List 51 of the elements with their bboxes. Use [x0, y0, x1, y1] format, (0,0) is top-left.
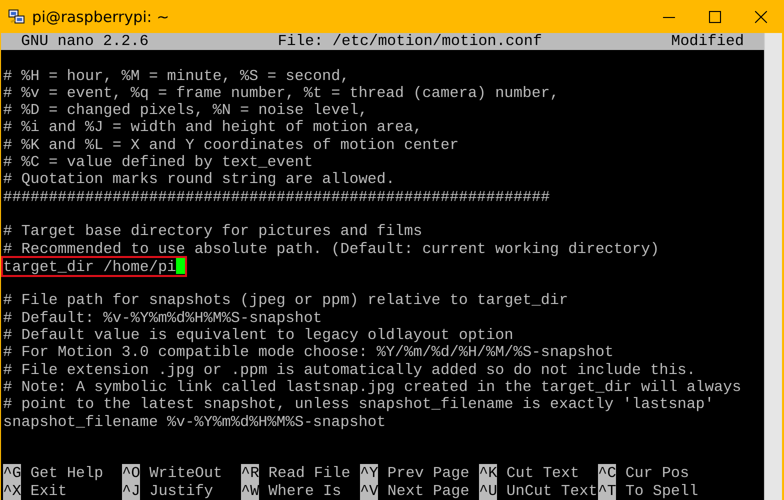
shortcut-key: ^U [479, 482, 498, 500]
shortcut-key: ^C [598, 464, 616, 482]
shortcut-label: Prev Page [387, 464, 470, 482]
code-line: # point to the latest snapshot, unless snapshot_filename is exactly 'lastsnap' [3, 395, 714, 414]
shortcut-label: Next Page [387, 482, 470, 500]
code-line: # File path for snapshots (jpeg or ppm) relative to target_dir [3, 291, 568, 310]
shortcut-label: Get Help [30, 464, 104, 482]
shortcut-label: UnCut Text [506, 482, 598, 500]
code-line: ############################################################ [3, 188, 550, 206]
shortcut-key: ^X [3, 482, 22, 500]
shortcut-key: ^V [360, 482, 378, 500]
code-line: # For Motion 3.0 compatible mode choose: %Y/%m/%d/%H/%M/%S-snapshot [3, 343, 614, 362]
code-line: # %D = changed pixels, %N = noise level, [3, 101, 368, 120]
code-line: # Recommended to use absolute path. (Default: current working directory) [3, 240, 660, 258]
code-line: # Default: %v-%Y%m%d%H%M%S-snapshot [3, 308, 322, 327]
shortcut-key: ^K [479, 464, 498, 482]
code-line: # File extension .jpg or .ppm is automatically added so do not include this. [3, 360, 696, 379]
shortcut-label: To Spell [625, 482, 698, 500]
code-line: target_dir /home/pi [3, 258, 186, 276]
shortcut-label: WriteOut [149, 464, 222, 482]
window-title: pi@raspberrypi: ~ [32, 8, 170, 26]
code-line: # %v = event, %q = frame number, %t = thread (camera) number, [3, 84, 559, 102]
shortcut-key: ^O [122, 464, 140, 482]
shortcut-label: Read File [268, 464, 350, 482]
code-line: # %C = value defined by text_event [3, 153, 313, 172]
code-line: # %i and %J = width and height of motion area, [3, 118, 422, 136]
shortcut-key: ^R [241, 464, 260, 482]
shortcut-key: ^Y [360, 464, 378, 482]
scrollbar[interactable] [764, 33, 782, 500]
computer-icon [8, 8, 26, 26]
code-line: # Quotation marks round string are allowed. [3, 170, 395, 188]
shortcut-label: Exit [30, 482, 67, 500]
shortcut-label: Justify [149, 482, 214, 500]
shortcut-label: Where Is [268, 482, 342, 500]
code-line: # Default value is equivalent to legacy oldlayout option [3, 326, 514, 344]
editor-version: GNU nano 2.2.6 [21, 33, 149, 50]
code-line: # Target base directory for pictures and films [3, 222, 422, 240]
shortcut-key: ^J [122, 482, 140, 500]
shortcut-key: ^W [241, 482, 260, 500]
shortcut-label: Cur Pos [625, 464, 690, 482]
maximize-icon[interactable] [709, 10, 721, 22]
code-line: # Note: A symbolic link called lastsnap.jpg created in the target_dir will always [3, 378, 742, 396]
shortcut-label: Cut Text [506, 464, 580, 482]
code-line: # %K and %L = X and Y coordinates of motion center [3, 136, 459, 154]
close-icon[interactable] [755, 10, 767, 22]
shortcut-key: ^G [3, 464, 22, 482]
modified-status: Modified [671, 33, 744, 50]
file-name: File: /etc/motion/motion.conf [278, 33, 542, 50]
code-line: # %H = hour, %M = minute, %S = second, [3, 66, 350, 85]
shortcut-key: ^T [598, 482, 616, 500]
code-line: snapshot_filename %v-%Y%m%d%H%M%S-snapshot [3, 412, 386, 431]
